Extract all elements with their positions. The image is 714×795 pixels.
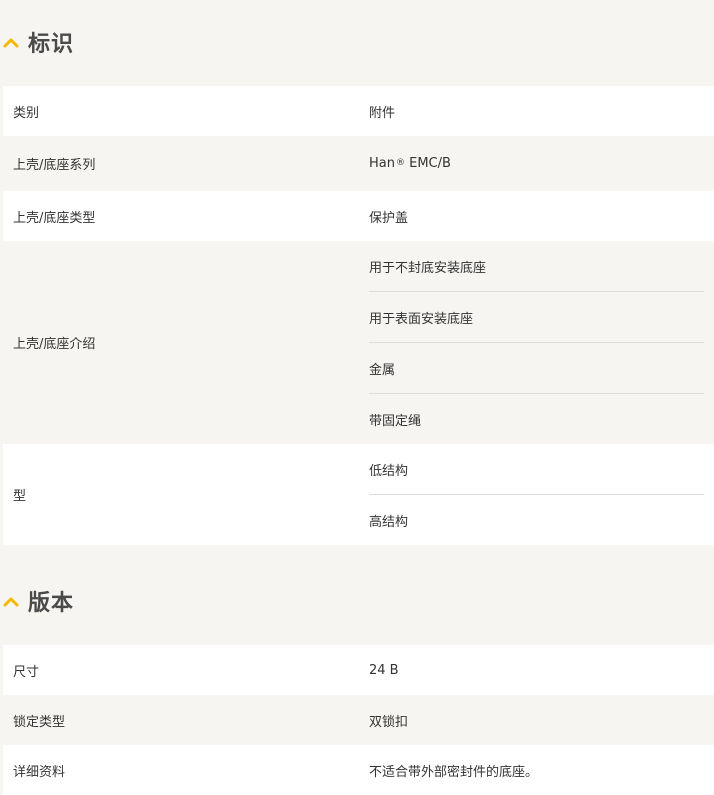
row-value: 金属 [369, 342, 704, 393]
row-value: 保护盖 [369, 210, 409, 226]
row-label: 上壳/底座介绍 [13, 337, 96, 352]
row-value: 双锁扣 [369, 714, 409, 730]
series-name: Han [369, 156, 395, 171]
table-row: 尺寸 24 B [3, 645, 714, 695]
row-label: 锁定类型 [13, 714, 66, 730]
section-header-identification[interactable]: 标识 [0, 22, 714, 62]
row-value: Han ® EMC/B [369, 136, 704, 191]
row-value: 高结构 [369, 494, 704, 545]
registered-mark: ® [395, 157, 405, 168]
row-value: 低结构 [369, 463, 409, 479]
row-value: 用于不封底安装底座 [369, 260, 487, 276]
table-row: 型 低结构 高结构 [3, 444, 714, 545]
section-header-version[interactable]: 版本 [0, 581, 714, 621]
table-row: 详细资料 不适合带外部密封件的底座。 [3, 745, 714, 795]
row-value: 附件 [369, 105, 396, 121]
table-row: 上壳/底座介绍 用于不封底安装底座 用于表面安装底座 金属 带固定绳 [3, 241, 714, 444]
table-row: 上壳/底座类型 保护盖 [3, 191, 714, 241]
identification-table: 类别 附件 上壳/底座系列 Han ® EMC/B 上壳/底座类型 保护盖 上壳/… [3, 86, 714, 545]
version-table: 尺寸 24 B 锁定类型 双锁扣 详细资料 不适合带外部密封件的底座。 [3, 645, 714, 795]
row-label: 型 [13, 489, 27, 504]
row-value: 用于表面安装底座 [369, 291, 704, 342]
row-label: 类别 [13, 105, 40, 121]
row-value: 不适合带外部密封件的底座。 [369, 764, 539, 780]
row-label: 尺寸 [13, 664, 40, 680]
row-label: 详细资料 [13, 764, 66, 780]
table-row: 类别 附件 [3, 86, 714, 136]
row-value: 带固定绳 [369, 393, 704, 444]
table-row: 上壳/底座系列 Han ® EMC/B [3, 136, 714, 191]
section-title: 版本 [28, 591, 75, 616]
chevron-up-icon[interactable] [3, 595, 19, 607]
section-title: 标识 [28, 32, 75, 57]
row-value: 24 B [369, 662, 399, 678]
table-row: 锁定类型 双锁扣 [3, 695, 714, 745]
row-label: 上壳/底座系列 [13, 158, 96, 173]
product-details-page: 标识 类别 附件 上壳/底座系列 Han ® EMC/B 上壳/底座类型 保护盖 … [0, 0, 714, 795]
row-label: 上壳/底座类型 [13, 210, 96, 226]
chevron-up-icon[interactable] [3, 36, 19, 48]
series-suffix: EMC/B [404, 156, 451, 171]
